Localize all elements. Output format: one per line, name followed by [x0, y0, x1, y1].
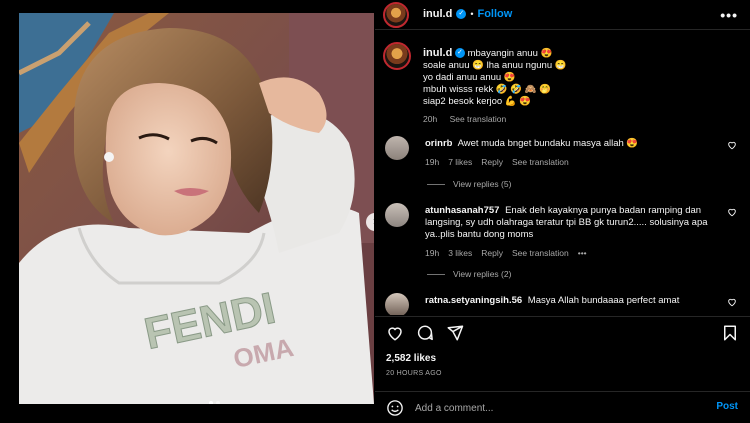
author-username[interactable]: inul.d — [423, 8, 452, 20]
carousel-dot-active — [209, 401, 213, 404]
caption-line: soale anuu 😁 lha anuu ngunu 😁 — [423, 60, 567, 71]
bookmark-icon[interactable] — [721, 324, 739, 342]
comments-list[interactable]: inul.d ✓ mbayangin anuu 😍 soale anuu 😁 l… — [375, 40, 750, 315]
caption-time: 20h — [423, 114, 438, 124]
caption-line: mbuh wisss rekk 🤣 🤣 🙈 🤭 — [423, 84, 552, 95]
post-comment-button[interactable]: Post — [716, 401, 738, 412]
comment-username[interactable]: atunhasanah757 — [425, 205, 499, 216]
comment-icon[interactable] — [416, 324, 434, 342]
verified-badge-icon: ✓ — [456, 9, 467, 19]
carousel-dots — [209, 401, 220, 404]
photo-of-woman-in-hoodie: FENDI OMA — [19, 13, 374, 404]
see-translation-link[interactable]: See translation — [512, 247, 569, 259]
caption-username[interactable]: inul.d — [423, 47, 452, 59]
view-replies-button[interactable]: View replies (2) — [427, 269, 511, 279]
comment-like-heart-icon[interactable] — [727, 297, 737, 307]
commenter-avatar[interactable] — [385, 136, 409, 160]
caption-line: mbayangin anuu 😍 — [467, 48, 553, 59]
post-timestamp: 20 HOURS AGO — [386, 370, 442, 377]
post-modal: FENDI OMA › inul.d ✓ • Follow ••• — [0, 0, 750, 423]
post-actions: 2,582 likes 20 HOURS AGO — [375, 316, 750, 391]
commenter-avatar[interactable] — [385, 293, 409, 315]
author-avatar[interactable] — [383, 2, 409, 28]
view-replies-button[interactable]: View replies (5) — [427, 179, 511, 189]
heart-icon[interactable] — [386, 324, 404, 342]
share-icon[interactable] — [446, 324, 464, 342]
comment-text: Masya Allah bundaaaa perfect amat — [527, 295, 680, 306]
comment-text: Awet muda bnget bundaku masya allah 😍 — [457, 138, 639, 149]
post-image[interactable]: FENDI OMA › — [19, 13, 374, 404]
comment-likes[interactable]: 7 likes — [448, 156, 472, 168]
comment-time: 19h — [425, 248, 440, 258]
caption-line: siap2 besok kerjoo 💪 😍 — [423, 96, 532, 107]
carousel-dot — [216, 401, 220, 404]
reply-button[interactable]: Reply — [481, 156, 503, 168]
comment-likes[interactable]: 3 likes — [448, 247, 472, 259]
follow-button[interactable]: Follow — [477, 8, 512, 20]
view-replies-label: View replies (5) — [453, 179, 512, 189]
comment-username[interactable]: orinrb — [425, 138, 452, 149]
caption-avatar[interactable] — [383, 42, 411, 70]
see-translation-link[interactable]: See translation — [512, 156, 569, 168]
separator-dot: • — [470, 9, 474, 19]
view-replies-label: View replies (2) — [453, 269, 512, 279]
post-side-panel: inul.d ✓ • Follow ••• inul.d ✓ mbayangin… — [375, 0, 750, 423]
add-comment-input[interactable] — [415, 401, 675, 415]
comment-time: 19h — [425, 157, 440, 167]
comment-options-icon[interactable]: ••• — [578, 247, 587, 259]
more-options-icon[interactable]: ••• — [720, 7, 738, 23]
comment-like-heart-icon[interactable] — [727, 140, 737, 150]
post-header: inul.d ✓ • Follow ••• — [375, 0, 750, 30]
emoji-icon[interactable] — [386, 399, 404, 417]
add-comment-bar: Post — [375, 391, 750, 423]
verified-badge-icon: ✓ — [454, 48, 465, 59]
caption-line: yo dadi anuu anuu 😍 — [423, 72, 516, 83]
commenter-avatar[interactable] — [385, 203, 409, 227]
comment-username[interactable]: ratna.setyaningsih.56 — [425, 295, 522, 306]
comment-like-heart-icon[interactable] — [727, 207, 737, 217]
see-translation-link[interactable]: See translation — [450, 114, 507, 124]
likes-count[interactable]: 2,582 likes — [386, 353, 436, 364]
reply-button[interactable]: Reply — [481, 247, 503, 259]
